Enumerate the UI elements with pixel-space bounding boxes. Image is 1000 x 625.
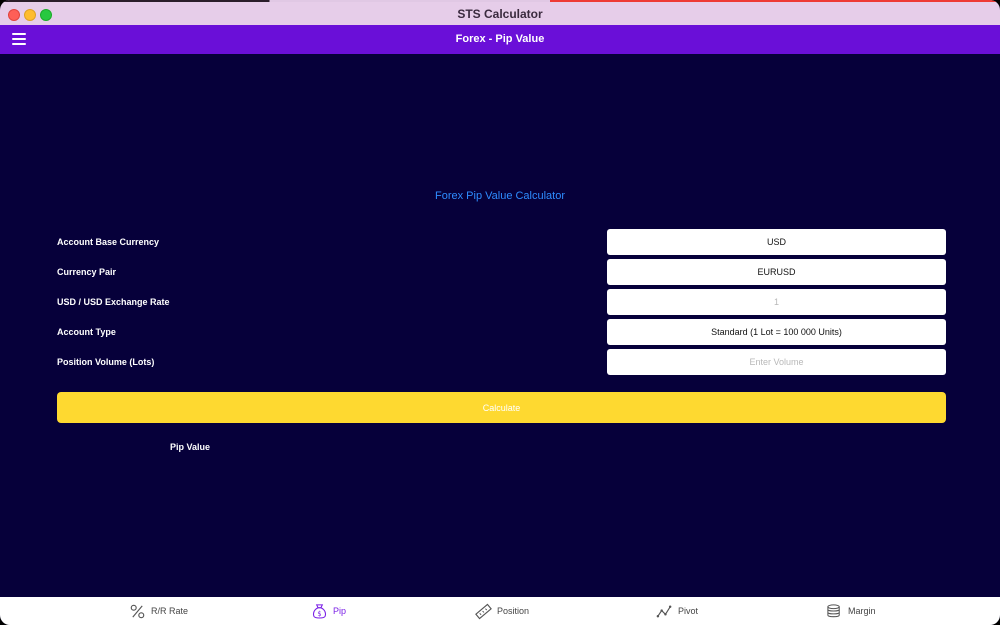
bottom-tab-bar: R/R Rate $ Pip Position Pivot Margin <box>0 597 1000 625</box>
tab-label: Pivot <box>678 606 699 616</box>
calculator-panel: Forex Pip Value Calculator Account Base … <box>0 54 1000 597</box>
pivot-chart-icon <box>656 605 672 617</box>
tab-label: Pip <box>333 606 347 616</box>
pip-value-label: Pip Value <box>170 442 211 452</box>
svg-text:$: $ <box>317 609 321 617</box>
tab-label: Position <box>497 606 530 616</box>
base-currency-label: Account Base Currency <box>57 237 160 247</box>
currency-pair-select[interactable]: EURUSD <box>607 259 946 285</box>
calculator-heading: Forex Pip Value Calculator <box>434 190 566 202</box>
tab-label: Margin <box>848 606 876 616</box>
account-type-select[interactable]: Standard (1 Lot = 100 000 Units) <box>607 319 946 345</box>
position-volume-input[interactable] <box>607 349 946 375</box>
exchange-rate-label: USD / USD Exchange Rate <box>57 297 170 307</box>
percent-icon <box>130 604 145 618</box>
app-window: STS Calculator Forex - Pip Value Forex P… <box>0 0 1000 625</box>
tab-position[interactable]: Position <box>475 597 529 625</box>
base-currency-select[interactable]: USD <box>607 229 946 255</box>
calculate-button[interactable]: Calculate <box>57 392 946 423</box>
tab-margin[interactable]: Margin <box>826 597 876 625</box>
position-volume-label: Position Volume (Lots) <box>57 357 155 367</box>
tab-rr-rate[interactable]: R/R Rate <box>129 597 188 625</box>
ruler-icon <box>475 603 492 619</box>
tab-pivot[interactable]: Pivot <box>656 597 698 625</box>
tab-pip[interactable]: $ Pip <box>311 597 346 625</box>
title-bar: STS Calculator <box>0 0 1000 25</box>
exchange-rate-field[interactable]: 1 <box>607 289 946 315</box>
account-type-label: Account Type <box>57 327 116 337</box>
app-bar: Forex - Pip Value <box>0 25 1000 54</box>
currency-pair-label: Currency Pair <box>57 267 117 277</box>
page-title: Forex - Pip Value <box>455 33 545 45</box>
window-title: STS Calculator <box>457 7 543 21</box>
money-bag-icon: $ <box>312 603 327 619</box>
tab-label: R/R Rate <box>151 606 189 616</box>
coins-stack-icon <box>827 603 840 617</box>
